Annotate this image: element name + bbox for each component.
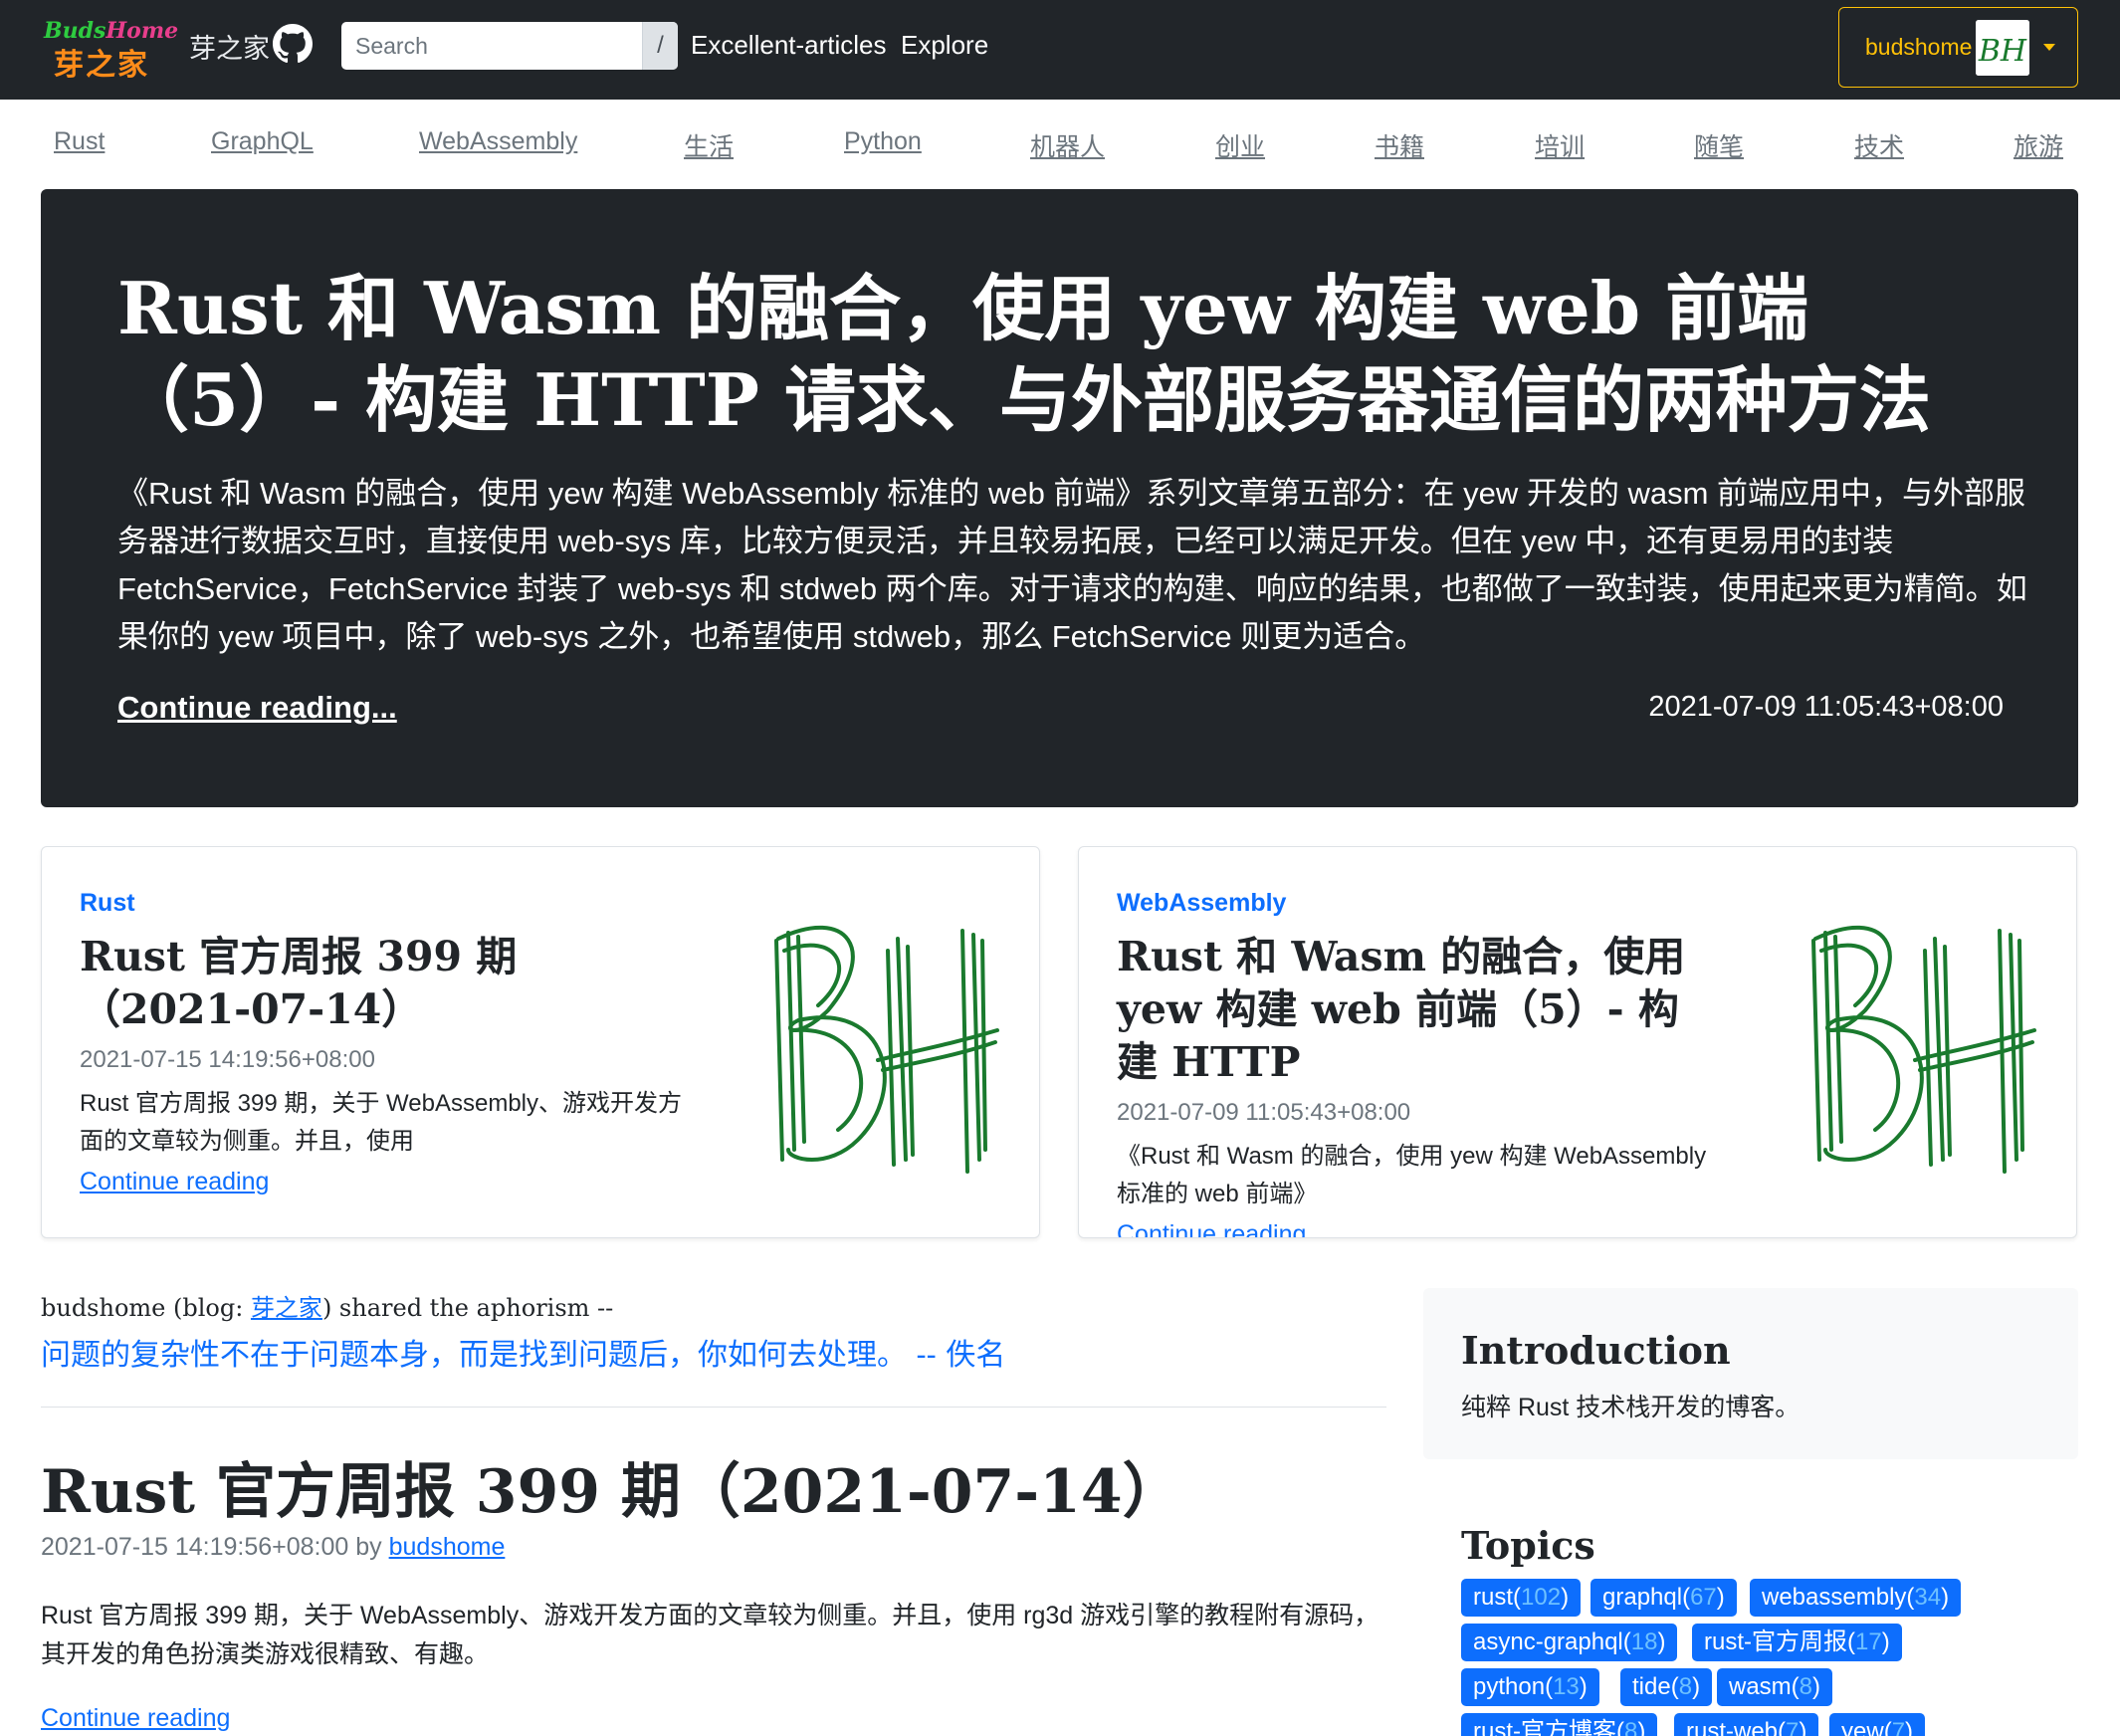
category-link-books[interactable]: 书籍 (1375, 127, 1424, 163)
top-navbar: BudsHome 芽之家 芽之家 / Excellent-articles Ex… (0, 0, 2120, 100)
search-box: / (341, 22, 678, 70)
avatar: BH (1976, 20, 2029, 76)
category-link-webassembly[interactable]: WebAssembly (419, 127, 577, 156)
topic-tag[interactable]: rust-官方博客(8) (1461, 1713, 1658, 1736)
search-input[interactable] (341, 22, 640, 70)
post-by: by (348, 1533, 389, 1561)
search-shortcut-hint: / (642, 22, 678, 70)
topic-tag[interactable]: python(13) (1461, 1668, 1599, 1706)
card-description: Rust 官方周报 399 期，关于 WebAssembly、游戏开发方面的文章… (80, 1090, 683, 1155)
logo-text-cn: 芽之家 (54, 48, 149, 83)
introduction-text: 纯粹 Rust 技术栈开发的博客。 (1461, 1394, 1801, 1421)
avatar-text: BH (1978, 34, 2027, 69)
card-category-link[interactable]: WebAssembly (1117, 889, 1286, 918)
username-label: budshome (1865, 34, 1973, 60)
card-date: 2021-07-15 14:19:56+08:00 (80, 1046, 375, 1073)
article-card-2: WebAssembly Rust 和 Wasm 的融合，使用 yew 构建 we… (1078, 846, 2077, 1238)
topic-tag[interactable]: webassembly(34) (1750, 1579, 1962, 1617)
post-date: 2021-07-15 14:19:56+08:00 (41, 1533, 349, 1561)
post-author-link[interactable]: budshome (389, 1533, 506, 1561)
category-link-training[interactable]: 培训 (1535, 127, 1585, 163)
aphorism-quote[interactable]: 问题的复杂性不在于问题本身，而是找到问题后，你如何去处理。 -- 佚名 (41, 1330, 1005, 1374)
category-link-travel[interactable]: 旅游 (2014, 127, 2063, 163)
aphorism-blog-link[interactable]: 芽之家 (251, 1294, 322, 1322)
category-link-life[interactable]: 生活 (684, 127, 734, 163)
caret-down-icon (2043, 44, 2055, 51)
article-card-1: Rust Rust 官方周报 399 期（2021-07-14） 2021-07… (41, 846, 1040, 1238)
post-title: Rust 官方周报 399 期（2021-07-14） (41, 1457, 1182, 1527)
user-menu-button[interactable]: budshome BH (1838, 7, 2078, 88)
nav-link-excellent-articles[interactable]: Excellent-articles (691, 30, 887, 61)
divider (41, 1407, 1386, 1408)
card-date: 2021-07-09 11:05:43+08:00 (1117, 1099, 1411, 1126)
hero-continue-reading-link[interactable]: Continue reading... (117, 690, 397, 726)
card-category-link[interactable]: Rust (80, 889, 135, 918)
hero-summary: 《Rust 和 Wasm 的融合，使用 yew 构建 WebAssembly 标… (117, 476, 2027, 654)
topic-tag[interactable]: wasm(8) (1717, 1668, 1833, 1706)
hero-date: 2021-07-09 11:05:43+08:00 (1648, 691, 2004, 723)
topics-title: Topics (1461, 1523, 1595, 1568)
aphorism-prefix: budshome (blog: (41, 1294, 251, 1322)
card-continue-reading-link[interactable]: Continue reading (80, 1168, 269, 1196)
topic-tag[interactable]: async-graphql(18) (1461, 1624, 1678, 1661)
topic-tag[interactable]: rust-官方周报(17) (1692, 1624, 1902, 1661)
introduction-title: Introduction (1461, 1328, 1731, 1373)
category-link-rust[interactable]: Rust (54, 127, 105, 156)
post-continue-reading-link[interactable]: Continue reading (41, 1704, 230, 1733)
topic-tag[interactable]: yew(7) (1829, 1713, 1926, 1736)
category-link-graphql[interactable]: GraphQL (211, 127, 314, 156)
card-title: Rust 和 Wasm 的融合，使用 yew 构建 web 前端（5）- 构建 … (1117, 933, 1686, 1086)
topic-tag[interactable]: tide(8) (1620, 1668, 1713, 1706)
category-link-tech[interactable]: 技术 (1854, 127, 1904, 163)
post-description: Rust 官方周报 399 期，关于 WebAssembly、游戏开发方面的文章… (41, 1602, 1379, 1668)
category-link-python[interactable]: Python (844, 127, 922, 156)
topic-tag[interactable]: rust(102) (1461, 1579, 1582, 1617)
topic-tag[interactable]: rust-web(7) (1674, 1713, 1819, 1736)
introduction-box: Introduction 纯粹 Rust 技术栈开发的博客。 (1423, 1288, 2078, 1459)
card-continue-reading-link[interactable]: Continue reading (1117, 1220, 1306, 1237)
budshome-logo-thumbnail (1811, 926, 2036, 1174)
post-meta: 2021-07-15 14:19:56+08:00 by budshome (41, 1533, 505, 1562)
hero-title: Rust 和 Wasm 的融合，使用 yew 构建 web 前端（5）- 构建 … (117, 266, 1931, 442)
topic-tag[interactable]: graphql(67) (1590, 1579, 1737, 1617)
budshome-logo-thumbnail (774, 926, 999, 1174)
nav-link-explore[interactable]: Explore (901, 30, 988, 61)
site-name-link[interactable]: 芽之家 (189, 27, 270, 66)
aphorism-suffix: ) shared the aphorism -- (321, 1294, 614, 1322)
category-nav: Rust GraphQL WebAssembly 生活 Python 机器人 创… (0, 127, 2120, 167)
category-link-essays[interactable]: 随笔 (1694, 127, 1744, 163)
category-link-startup[interactable]: 创业 (1215, 127, 1265, 163)
github-icon[interactable] (273, 24, 313, 64)
featured-article-hero: Rust 和 Wasm 的融合，使用 yew 构建 web 前端（5）- 构建 … (41, 189, 2078, 807)
card-description: 《Rust 和 Wasm 的融合，使用 yew 构建 WebAssembly 标… (1117, 1143, 1707, 1207)
topics-tag-list: rust(102) graphql(67) webassembly(34) as… (1461, 1579, 2078, 1736)
card-title: Rust 官方周报 399 期（2021-07-14） (80, 933, 518, 1033)
aphorism-attribution: budshome (blog: 芽之家) shared the aphorism… (41, 1288, 613, 1323)
site-logo[interactable]: BudsHome 芽之家 (44, 18, 178, 83)
category-link-robot[interactable]: 机器人 (1030, 127, 1105, 163)
